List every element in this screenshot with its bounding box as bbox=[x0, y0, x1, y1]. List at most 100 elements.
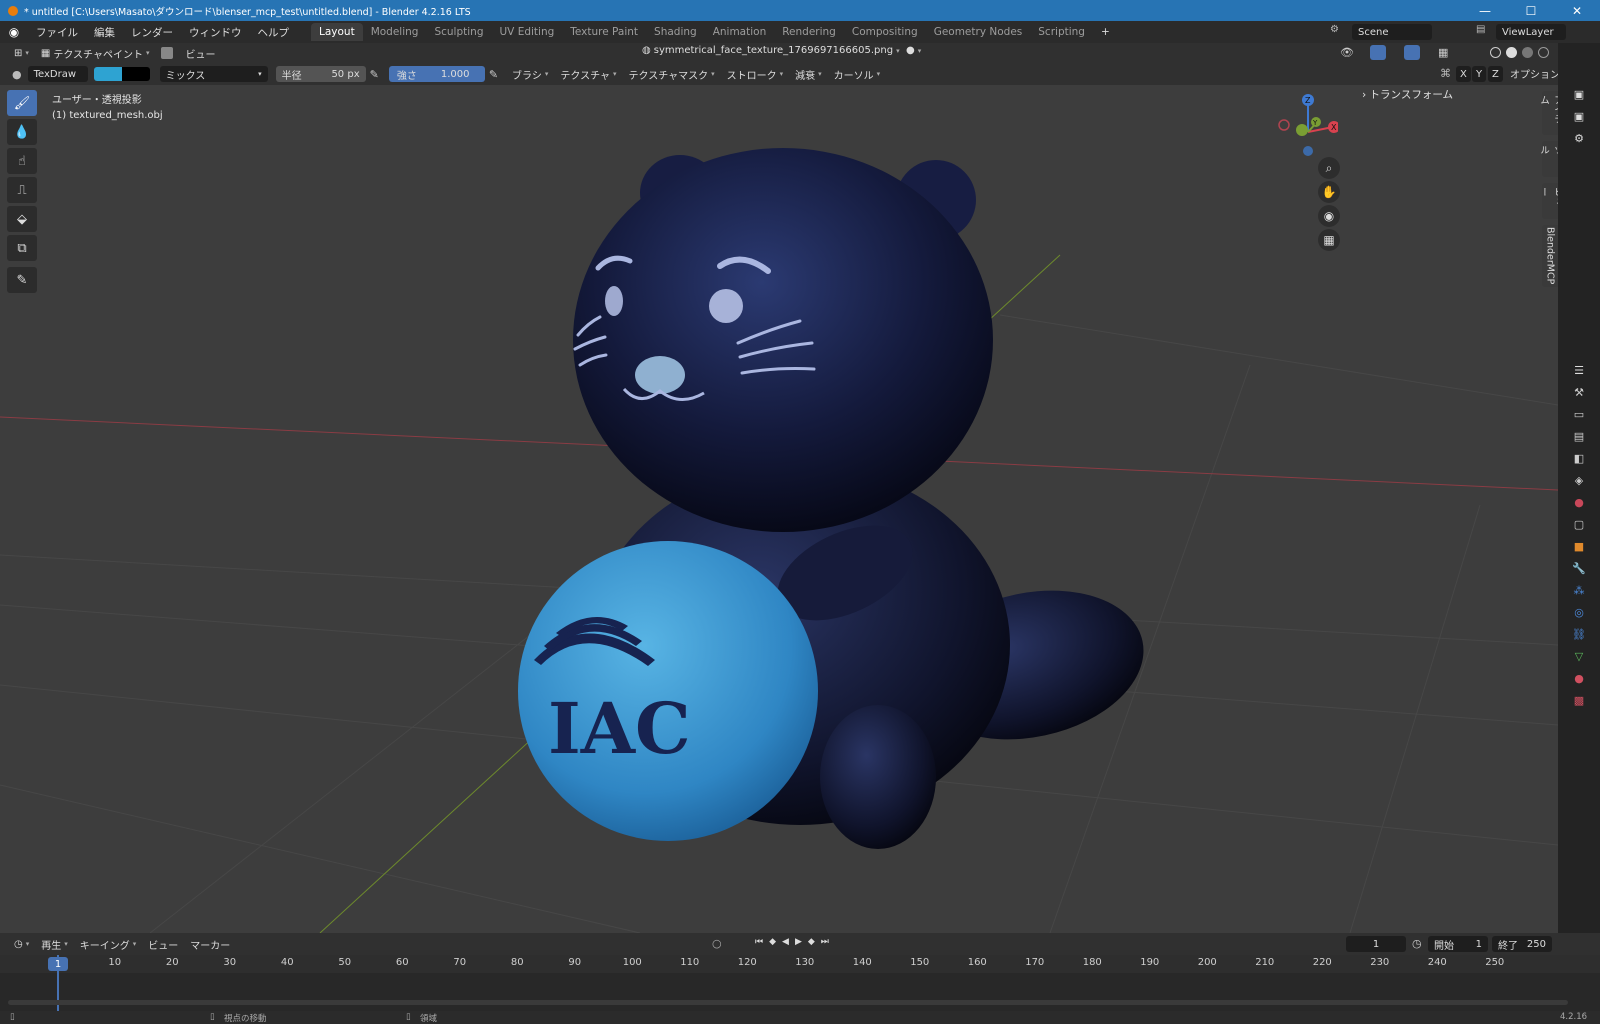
view-menu[interactable]: ビュー bbox=[179, 46, 221, 61]
tab-rendering[interactable]: Rendering bbox=[774, 23, 844, 41]
tab-shading[interactable]: Shading bbox=[646, 23, 705, 41]
radius-pressure-icon[interactable]: ✎ bbox=[370, 68, 379, 81]
mascot-model[interactable]: IAC bbox=[518, 148, 1157, 849]
render-still-icon[interactable]: ▣ bbox=[1570, 107, 1588, 125]
editor-type-menu[interactable]: ⊞ ▾ bbox=[8, 48, 35, 59]
strength-pressure-icon[interactable]: ✎ bbox=[489, 68, 498, 81]
camera-view-icon[interactable]: ◉ bbox=[1318, 205, 1340, 227]
sidebar-tab-blendermcp[interactable]: BlenderMCP bbox=[1542, 225, 1558, 287]
timeline-marker-menu[interactable]: マーカー bbox=[184, 937, 236, 952]
jump-to-keyframe-back-icon[interactable]: ◆ bbox=[766, 937, 779, 947]
timeline-keying-menu[interactable]: キーイング ▾ bbox=[74, 937, 143, 952]
current-frame-field[interactable]: 1 bbox=[1346, 936, 1406, 952]
output-properties-icon[interactable]: ▤ bbox=[1570, 427, 1588, 445]
brush-name-field[interactable]: TexDraw bbox=[27, 66, 88, 82]
scene-icon[interactable]: ⚙ bbox=[1330, 24, 1339, 35]
scene-properties-icon[interactable]: ◈ bbox=[1570, 471, 1588, 489]
mode-selector[interactable]: ▦ テクスチャペイント ▾ bbox=[35, 46, 156, 61]
image-selector[interactable]: ◍ symmetrical_face_texture_1769697166605.… bbox=[636, 45, 906, 56]
smear-tool-icon[interactable]: ☝ bbox=[7, 148, 37, 174]
visibility-icon[interactable]: 👁 bbox=[1340, 46, 1354, 59]
material-properties-icon[interactable]: ● bbox=[1570, 669, 1588, 687]
secondary-color-swatch[interactable] bbox=[121, 67, 150, 81]
tab-layout[interactable]: Layout bbox=[311, 23, 363, 41]
rendered-shading-icon[interactable] bbox=[1538, 47, 1549, 58]
start-frame-field[interactable]: 開始 1 bbox=[1428, 936, 1488, 952]
symmetry-z-toggle[interactable]: Z bbox=[1488, 66, 1503, 82]
view-layer-selector[interactable]: ViewLayer bbox=[1496, 24, 1566, 40]
symmetry-x-toggle[interactable]: X bbox=[1456, 66, 1471, 82]
jump-to-end-icon[interactable]: ⏭ bbox=[818, 937, 832, 947]
perspective-toggle-icon[interactable]: ▦ bbox=[1318, 229, 1340, 251]
texture-menu[interactable]: テクスチャ ▾ bbox=[554, 67, 622, 82]
sidebar-tab-item[interactable]: アイテム bbox=[1538, 91, 1558, 135]
material-shading-icon[interactable] bbox=[1522, 47, 1533, 58]
sidebar-tab-view[interactable]: ビュー bbox=[1538, 183, 1558, 219]
close-button[interactable]: ✕ bbox=[1554, 0, 1600, 21]
particles-icon[interactable]: ⁂ bbox=[1570, 581, 1588, 599]
tab-uv-editing[interactable]: UV Editing bbox=[492, 23, 563, 41]
blend-mode-dropdown[interactable]: ミックス ▾ bbox=[159, 66, 268, 82]
add-workspace-button[interactable]: + bbox=[1093, 23, 1118, 41]
end-frame-field[interactable]: 終了 250 bbox=[1492, 936, 1552, 952]
draw-brush-tool-icon[interactable]: 🖌 bbox=[7, 90, 37, 116]
playhead-frame-badge[interactable]: 1 bbox=[48, 957, 68, 971]
clone-tool-icon[interactable]: ⎍ bbox=[7, 177, 37, 203]
gizmo-toggle-icon[interactable] bbox=[1370, 45, 1386, 60]
preview-range-icon[interactable]: ◷ bbox=[1412, 937, 1422, 950]
menu-file[interactable]: ファイル bbox=[28, 25, 86, 40]
play-icon[interactable]: ▶ bbox=[792, 937, 805, 947]
timeline-editor-type-icon[interactable]: ◷ ▾ bbox=[8, 939, 35, 950]
world-properties-icon[interactable]: ● bbox=[1570, 493, 1588, 511]
play-reverse-icon[interactable]: ◀ bbox=[779, 937, 792, 947]
modifier-wrench-icon[interactable]: 🔧 bbox=[1570, 559, 1588, 577]
properties-editor-icon[interactable]: ☰ bbox=[1570, 361, 1588, 379]
overlay-toggle-icon[interactable] bbox=[1404, 45, 1420, 60]
mode-toggle-icon[interactable] bbox=[161, 47, 174, 59]
wireframe-shading-icon[interactable] bbox=[1490, 47, 1501, 58]
timeline-playback-menu[interactable]: 再生 ▾ bbox=[35, 937, 74, 952]
symmetry-y-toggle[interactable]: Y bbox=[1472, 66, 1487, 82]
tab-compositing[interactable]: Compositing bbox=[844, 23, 926, 41]
texture-mask-menu[interactable]: テクスチャマスク ▾ bbox=[623, 67, 721, 82]
falloff-menu[interactable]: 減衰 ▾ bbox=[789, 67, 828, 82]
tab-scripting[interactable]: Scripting bbox=[1030, 23, 1093, 41]
timeline-view-menu[interactable]: ビュー bbox=[142, 937, 184, 952]
render-properties-icon[interactable]: ▭ bbox=[1570, 405, 1588, 423]
stroke-menu[interactable]: ストローク ▾ bbox=[721, 67, 790, 82]
auto-keying-icon[interactable]: ○ bbox=[712, 937, 722, 950]
render-camera-icon[interactable]: ▣ bbox=[1570, 85, 1588, 103]
blender-menu-icon[interactable]: ◉ bbox=[0, 25, 28, 39]
tool-properties-icon[interactable]: ⚒ bbox=[1570, 383, 1588, 401]
soften-tool-icon[interactable]: 💧 bbox=[7, 119, 37, 145]
tab-texture-paint[interactable]: Texture Paint bbox=[562, 23, 646, 41]
mask-tool-icon[interactable]: ⧉ bbox=[7, 235, 37, 261]
menu-edit[interactable]: 編集 bbox=[86, 25, 123, 40]
view-layer-icon[interactable]: ▤ bbox=[1476, 24, 1485, 35]
gear-icon[interactable]: ⚙ bbox=[1570, 129, 1588, 147]
zoom-icon[interactable]: ⌕ bbox=[1318, 157, 1340, 179]
tab-modeling[interactable]: Modeling bbox=[363, 23, 427, 41]
solid-shading-icon[interactable] bbox=[1506, 47, 1517, 58]
transform-panel-header[interactable]: › トランスフォーム bbox=[1362, 87, 1453, 102]
sidebar-tab-tool[interactable]: ツール bbox=[1538, 141, 1558, 177]
brush-menu[interactable]: ブラシ ▾ bbox=[506, 67, 554, 82]
menu-render[interactable]: レンダー bbox=[123, 25, 181, 40]
menu-help[interactable]: ヘルプ bbox=[250, 25, 298, 40]
timeline-editor[interactable]: ◷ ▾ 再生 ▾ キーイング ▾ ビュー マーカー ○ ⏮ ◆ ◀ ▶ ◆ ⏭ 1 ◷… bbox=[0, 933, 1600, 1011]
tab-animation[interactable]: Animation bbox=[705, 23, 775, 41]
constraints-icon[interactable]: ⛓ bbox=[1570, 625, 1588, 643]
view-layer-properties-icon[interactable]: ◧ bbox=[1570, 449, 1588, 467]
texture-properties-icon[interactable]: ▩ bbox=[1570, 691, 1588, 709]
radius-field[interactable]: 半径 50 px bbox=[275, 66, 366, 82]
data-properties-icon[interactable]: ▽ bbox=[1570, 647, 1588, 665]
3d-viewport[interactable]: IAC ユーザー・透視投影 (1) textured_mesh.obj Z X … bbox=[0, 85, 1558, 933]
minimize-button[interactable]: — bbox=[1462, 0, 1508, 21]
jump-to-keyframe-forward-icon[interactable]: ◆ bbox=[805, 937, 818, 947]
timeline-scrollbar[interactable] bbox=[8, 1000, 1568, 1005]
navigation-gizmo[interactable]: Z X Y bbox=[1268, 89, 1338, 159]
jump-to-start-icon[interactable]: ⏮ bbox=[752, 937, 766, 947]
cursor-menu[interactable]: カーソル ▾ bbox=[828, 67, 887, 82]
slot-dropdown[interactable]: ● ▾ bbox=[900, 45, 927, 56]
tab-sculpting[interactable]: Sculpting bbox=[426, 23, 491, 41]
